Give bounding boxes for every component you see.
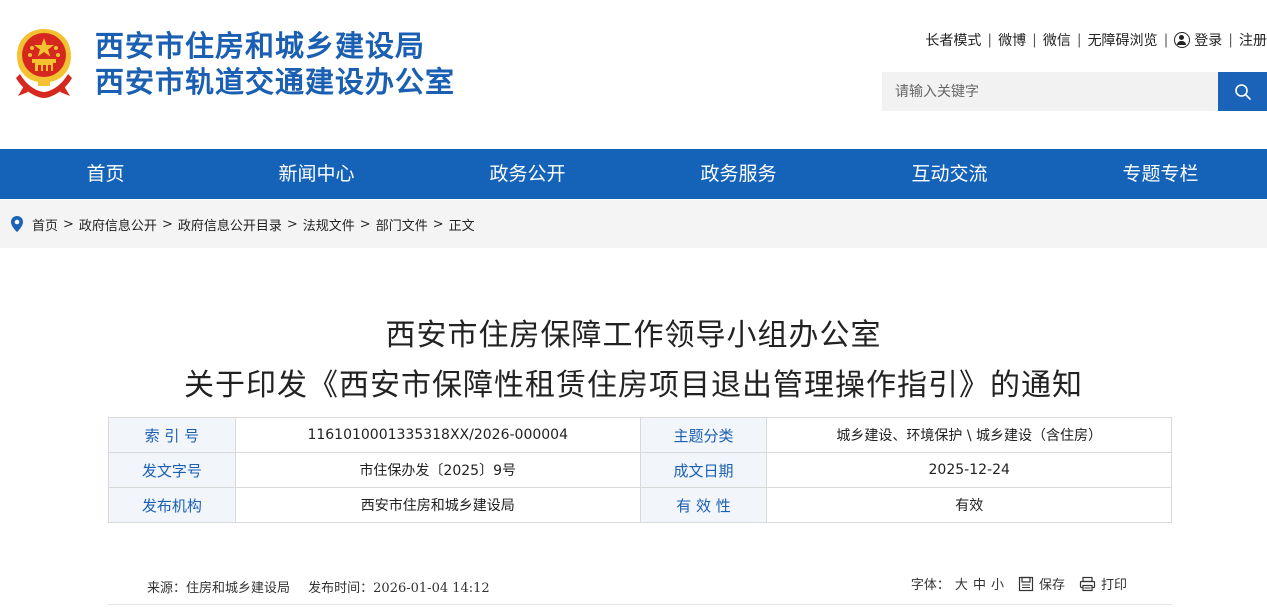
site-title[interactable]: 西安市住房和城乡建设局 西安市轨道交通建设办公室 bbox=[95, 28, 455, 100]
breadcrumb-separator: > bbox=[359, 216, 371, 232]
breadcrumb-home[interactable]: 首页 bbox=[32, 215, 58, 234]
national-emblem-icon[interactable] bbox=[10, 26, 78, 100]
elder-mode-link[interactable]: 长者模式 bbox=[925, 30, 981, 50]
separator: | bbox=[987, 32, 993, 48]
validity-label: 有 效 性 bbox=[639, 487, 768, 523]
issuer-value: 西安市住房和城乡建设局 bbox=[234, 487, 641, 523]
top-links: 长者模式 | 微博 | 微信 | 无障碍浏览 | 登录 | 注册 bbox=[925, 30, 1267, 50]
main-nav: 首页 新闻中心 政务公开 政务服务 互动交流 专题专栏 bbox=[0, 149, 1267, 199]
separator: | bbox=[1076, 32, 1082, 48]
print-icon bbox=[1079, 576, 1096, 591]
issuer-label: 发布机构 bbox=[108, 487, 236, 523]
save-icon bbox=[1018, 576, 1034, 591]
save-button[interactable]: 保存 bbox=[1018, 574, 1065, 593]
breadcrumb-separator: > bbox=[63, 216, 74, 232]
search-icon bbox=[1234, 83, 1251, 100]
topic-category-label: 主题分类 bbox=[639, 417, 768, 453]
divider bbox=[108, 604, 1172, 605]
nav-item-interaction[interactable]: 互动交流 bbox=[844, 149, 1055, 199]
breadcrumb-dept-docs[interactable]: 部门文件 bbox=[376, 215, 428, 234]
breadcrumb-separator: > bbox=[432, 216, 444, 232]
separator: | bbox=[1163, 32, 1169, 48]
breadcrumb-separator: > bbox=[286, 216, 298, 232]
save-label: 保存 bbox=[1038, 578, 1065, 593]
table-row: 发布机构 西安市住房和城乡建设局 有 效 性 有效 bbox=[108, 487, 1172, 523]
print-button[interactable]: 打印 bbox=[1079, 574, 1127, 593]
font-small-button[interactable]: 小 bbox=[991, 574, 1004, 593]
search-bar bbox=[882, 72, 1267, 111]
index-number-value: 1161010001335318XX/2026-000004 bbox=[234, 417, 641, 453]
separator: | bbox=[1228, 32, 1233, 48]
article-tools: 字体： 大 中 小 保存 打印 bbox=[911, 574, 1127, 593]
separator: | bbox=[1032, 32, 1037, 48]
login-link[interactable]: 登录 bbox=[1194, 30, 1222, 50]
table-row: 发文字号 市住保办发〔2025〕9号 成文日期 2025-12-24 bbox=[108, 452, 1172, 488]
font-size-label: 字体： bbox=[910, 578, 950, 593]
weibo-link[interactable]: 微博 bbox=[998, 30, 1026, 50]
written-date-value: 2025-12-24 bbox=[766, 452, 1172, 488]
written-date-label: 成文日期 bbox=[639, 452, 768, 488]
site-title-line2: 西安市轨道交通建设办公室 bbox=[95, 65, 456, 99]
user-icon bbox=[1174, 32, 1191, 48]
nav-item-home[interactable]: 首页 bbox=[0, 149, 211, 199]
document-number-value: 市住保办发〔2025〕9号 bbox=[234, 452, 641, 488]
search-input[interactable] bbox=[882, 72, 1218, 111]
breadcrumb-current: 正文 bbox=[448, 218, 475, 234]
breadcrumb-gov-info-catalog[interactable]: 政府信息公开目录 bbox=[178, 215, 282, 234]
location-pin-icon bbox=[11, 216, 23, 232]
table-row: 索 引 号 1161010001335318XX/2026-000004 主题分… bbox=[108, 417, 1172, 453]
document-title-line2: 关于印发《西安市保障性租赁住房项目退出管理操作指引》的通知 bbox=[184, 368, 1083, 403]
font-medium-button[interactable]: 中 bbox=[973, 574, 986, 593]
nav-item-gov-affairs[interactable]: 政务公开 bbox=[422, 149, 633, 199]
document-title-line1: 西安市住房保障工作领导小组办公室 bbox=[385, 318, 882, 353]
source-text: 来源：住房和城乡建设局 bbox=[147, 581, 291, 596]
topic-category-value: 城乡建设、环境保护 \ 城乡建设（含住房） bbox=[766, 417, 1172, 453]
index-number-label: 索 引 号 bbox=[108, 417, 236, 453]
breadcrumb: 首页 > 政府信息公开 > 政府信息公开目录 > 法规文件 > 部门文件 > 正… bbox=[0, 200, 1267, 248]
document-number-label: 发文字号 bbox=[108, 452, 236, 488]
breadcrumb-separator: > bbox=[161, 216, 173, 232]
nav-item-gov-services[interactable]: 政务服务 bbox=[633, 149, 844, 199]
breadcrumb-regulations[interactable]: 法规文件 bbox=[303, 215, 355, 234]
nav-item-special-topics[interactable]: 专题专栏 bbox=[1055, 149, 1266, 199]
register-link[interactable]: 注册 bbox=[1239, 30, 1267, 50]
search-button[interactable] bbox=[1218, 72, 1267, 111]
breadcrumb-gov-info[interactable]: 政府信息公开 bbox=[79, 215, 157, 234]
site-title-line1: 西安市住房和城乡建设局 bbox=[95, 29, 426, 63]
nav-item-news[interactable]: 新闻中心 bbox=[211, 149, 422, 199]
font-large-button[interactable]: 大 bbox=[955, 574, 968, 593]
wechat-link[interactable]: 微信 bbox=[1043, 30, 1071, 50]
publish-time-text: 发布时间：2026-01-04 14:12 bbox=[308, 581, 490, 596]
validity-value: 有效 bbox=[766, 487, 1172, 523]
article-main: 西安市住房保障工作领导小组办公室 关于印发《西安市保障性租赁住房项目退出管理操作… bbox=[0, 248, 1267, 610]
accessible-browse-link[interactable]: 无障碍浏览 bbox=[1088, 30, 1158, 50]
document-meta-table: 索 引 号 1161010001335318XX/2026-000004 主题分… bbox=[108, 417, 1172, 523]
site-header: 西安市住房和城乡建设局 西安市轨道交通建设办公室 长者模式 | 微博 | 微信 … bbox=[0, 0, 1267, 149]
print-label: 打印 bbox=[1100, 578, 1127, 593]
article-info: 来源：住房和城乡建设局 发布时间：2026-01-04 14:12 bbox=[147, 577, 504, 596]
